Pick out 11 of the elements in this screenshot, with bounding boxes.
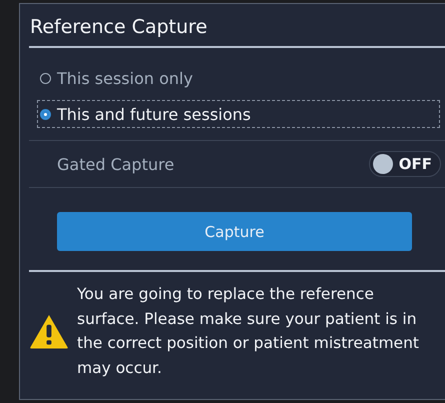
panel-title: Reference Capture bbox=[29, 4, 445, 48]
option-label: This and future sessions bbox=[57, 104, 251, 124]
radio-icon bbox=[40, 72, 51, 84]
radio-option[interactable]: This and future sessions bbox=[37, 100, 440, 128]
gated-capture-label: Gated Capture bbox=[57, 154, 174, 174]
warning-icon bbox=[29, 314, 69, 348]
warning-message: You are going to replace the reference surface. Please make sure your patient is in the correct position or patient mistreatment may occur. bbox=[77, 284, 420, 378]
radio-icon bbox=[40, 108, 51, 120]
option-label: This session only bbox=[57, 68, 193, 88]
toggle-switch[interactable]: OFF bbox=[368, 151, 441, 177]
radio-option[interactable]: This session only bbox=[37, 64, 440, 92]
